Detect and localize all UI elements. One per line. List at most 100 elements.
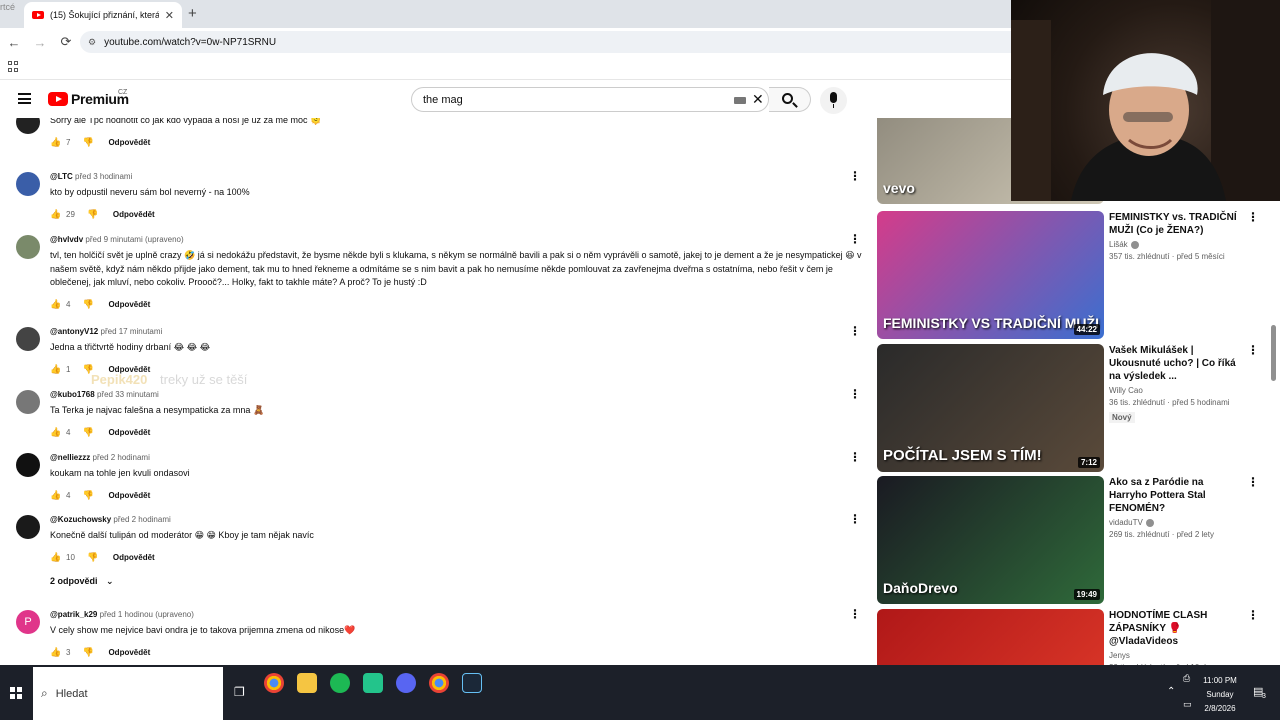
- video-card[interactable]: CLASH HODNOTÍME CLASH ZÁPASNÍKY 🥊 @Vlada…: [877, 609, 1280, 665]
- browser-tab[interactable]: (15) Šokující přiznání, která změ ✕: [24, 2, 182, 28]
- video-title[interactable]: Ako sa z Paródie na Harryho Pottera Stal…: [1109, 476, 1241, 515]
- new-tab-icon[interactable]: +: [188, 5, 197, 22]
- avatar[interactable]: [16, 118, 40, 134]
- reply-button[interactable]: Odpovědět: [108, 138, 150, 147]
- windows-start-icon[interactable]: [10, 687, 22, 699]
- dislike-icon[interactable]: 👎: [82, 299, 94, 310]
- tray-network-icon[interactable]: ⎙: [1183, 673, 1190, 684]
- dislike-icon[interactable]: 👎: [82, 490, 94, 501]
- search-button[interactable]: [769, 87, 811, 112]
- comment-time[interactable]: před 2 hodinami: [93, 453, 150, 462]
- more-actions-icon[interactable]: ⋮: [849, 451, 861, 463]
- more-actions-icon[interactable]: ⋮: [849, 388, 861, 400]
- apps-grid-icon[interactable]: [8, 61, 19, 72]
- comment-author[interactable]: @nelliezzz: [50, 453, 90, 462]
- reply-button[interactable]: Odpovědět: [108, 428, 150, 437]
- steam-icon[interactable]: [462, 673, 482, 693]
- more-actions-icon[interactable]: ⋮: [849, 513, 861, 525]
- comment-time[interactable]: před 1 hodinou (upraveno): [100, 610, 194, 619]
- dislike-icon[interactable]: 👎: [82, 137, 94, 148]
- comment-author[interactable]: @kubo1768: [50, 390, 95, 399]
- like-icon[interactable]: 👍: [50, 647, 62, 658]
- chrome-icon[interactable]: [264, 673, 284, 693]
- voice-search-button[interactable]: [820, 87, 847, 114]
- tab-close-icon[interactable]: ✕: [165, 9, 174, 22]
- like-icon[interactable]: 👍: [50, 299, 62, 310]
- chrome-active-icon[interactable]: [429, 673, 449, 693]
- comment-time[interactable]: před 2 hodinami: [113, 515, 170, 524]
- comment-author[interactable]: @LTC: [50, 172, 73, 181]
- channel-name[interactable]: Willy Cao: [1109, 386, 1143, 395]
- comment-author[interactable]: @hvlvdv: [50, 235, 83, 244]
- spotify-icon[interactable]: [330, 673, 350, 693]
- reply-button[interactable]: Odpovědět: [108, 300, 150, 309]
- like-icon[interactable]: 👍: [50, 490, 62, 501]
- dislike-icon[interactable]: 👎: [87, 209, 99, 220]
- like-icon[interactable]: 👍: [50, 427, 62, 438]
- more-actions-icon[interactable]: ⋮: [849, 170, 861, 182]
- comment-time[interactable]: před 17 minutami: [101, 327, 163, 336]
- search-input[interactable]: the mag ✕: [411, 87, 769, 112]
- keyboard-icon[interactable]: [734, 97, 746, 104]
- video-title[interactable]: HODNOTÍME CLASH ZÁPASNÍKY 🥊 @VladaVideos: [1109, 609, 1241, 648]
- video-card[interactable]: POČÍTAL JSEM S TÍM! 7:12 Vašek Mikulášek…: [877, 344, 1280, 472]
- dislike-icon[interactable]: 👎: [82, 427, 94, 438]
- reply-button[interactable]: Odpovědět: [113, 210, 155, 219]
- dislike-icon[interactable]: 👎: [87, 552, 99, 563]
- video-thumbnail[interactable]: POČÍTAL JSEM S TÍM! 7:12: [877, 344, 1104, 472]
- reply-button[interactable]: Odpovědět: [108, 648, 150, 657]
- youtube-logo[interactable]: Premium: [48, 91, 129, 107]
- video-thumbnail[interactable]: CLASH: [877, 609, 1104, 665]
- dislike-icon[interactable]: 👎: [82, 647, 94, 658]
- task-view-icon[interactable]: ❐: [234, 685, 245, 699]
- video-thumbnail[interactable]: FEMINISTKY VS TRADIČNÍ MUŽI 44:22: [877, 211, 1104, 339]
- clear-search-icon[interactable]: ✕: [752, 91, 764, 108]
- back-arrow-icon[interactable]: ←: [2, 35, 26, 50]
- video-card[interactable]: DaňoDrevo 19:49 Ako sa z Paródie na Harr…: [877, 476, 1280, 604]
- tray-display-icon[interactable]: ▭: [1183, 699, 1192, 710]
- video-thumbnail[interactable]: DaňoDrevo 19:49: [877, 476, 1104, 604]
- channel-name[interactable]: Lišák: [1109, 240, 1128, 249]
- comment-author[interactable]: @Kozuchowsky: [50, 515, 111, 524]
- like-icon[interactable]: 👍: [50, 137, 62, 148]
- more-actions-icon[interactable]: ⋮: [849, 608, 861, 620]
- like-icon[interactable]: 👍: [50, 209, 62, 220]
- more-actions-icon[interactable]: ⋮: [849, 233, 861, 245]
- comment-time[interactable]: před 33 minutami: [97, 390, 159, 399]
- avatar[interactable]: [16, 453, 40, 477]
- reload-icon[interactable]: ⟳: [54, 34, 78, 50]
- reply-button[interactable]: Odpovědět: [108, 491, 150, 500]
- avatar[interactable]: P: [16, 610, 40, 634]
- more-actions-icon[interactable]: ⋮: [1247, 211, 1259, 223]
- file-explorer-icon[interactable]: [297, 673, 317, 693]
- like-icon[interactable]: 👍: [50, 552, 62, 563]
- taskbar-clock[interactable]: 11:00 PM Sunday 2/8/2026: [1196, 674, 1244, 716]
- taskbar-search[interactable]: ⌕ Hledat: [33, 667, 223, 720]
- video-card[interactable]: FEMINISTKY VS TRADIČNÍ MUŽI 44:22 FEMINI…: [877, 211, 1280, 339]
- replies-toggle[interactable]: 2 odpovědi ⌄: [50, 576, 114, 587]
- like-icon[interactable]: 👍: [50, 364, 62, 375]
- channel-name[interactable]: vidaduTV: [1109, 518, 1143, 527]
- video-title[interactable]: Vašek Mikulášek | Ukousnuté ucho? | Co ř…: [1109, 344, 1241, 383]
- tray-chevron-icon[interactable]: ⌃: [1167, 686, 1175, 697]
- video-title[interactable]: FEMINISTKY vs. TRADIČNÍ MUŽI (Co je ŽENA…: [1109, 211, 1241, 237]
- comment-time[interactable]: před 3 hodinami: [75, 172, 132, 181]
- comment-time[interactable]: před 9 minutami (upraveno): [85, 235, 183, 244]
- game-app-icon[interactable]: [363, 673, 383, 693]
- more-actions-icon[interactable]: ⋮: [1247, 609, 1259, 621]
- page-scrollbar[interactable]: [1271, 325, 1276, 381]
- avatar[interactable]: [16, 235, 40, 259]
- more-actions-icon[interactable]: ⋮: [849, 325, 861, 337]
- reply-button[interactable]: Odpovědět: [113, 553, 155, 562]
- site-info-icon[interactable]: ⚙: [88, 37, 96, 48]
- forward-arrow-icon[interactable]: →: [28, 35, 52, 50]
- comment-author[interactable]: @antonyV12: [50, 327, 98, 336]
- avatar[interactable]: [16, 390, 40, 414]
- comment-author[interactable]: @patrik_k29: [50, 610, 97, 619]
- avatar[interactable]: [16, 172, 40, 196]
- menu-icon[interactable]: [18, 93, 31, 104]
- channel-name[interactable]: Jenys: [1109, 651, 1130, 660]
- avatar[interactable]: [16, 327, 40, 351]
- more-actions-icon[interactable]: ⋮: [1247, 476, 1259, 488]
- url-field[interactable]: ⚙ youtube.com/watch?v=0w-NP71SRNU: [80, 31, 1080, 53]
